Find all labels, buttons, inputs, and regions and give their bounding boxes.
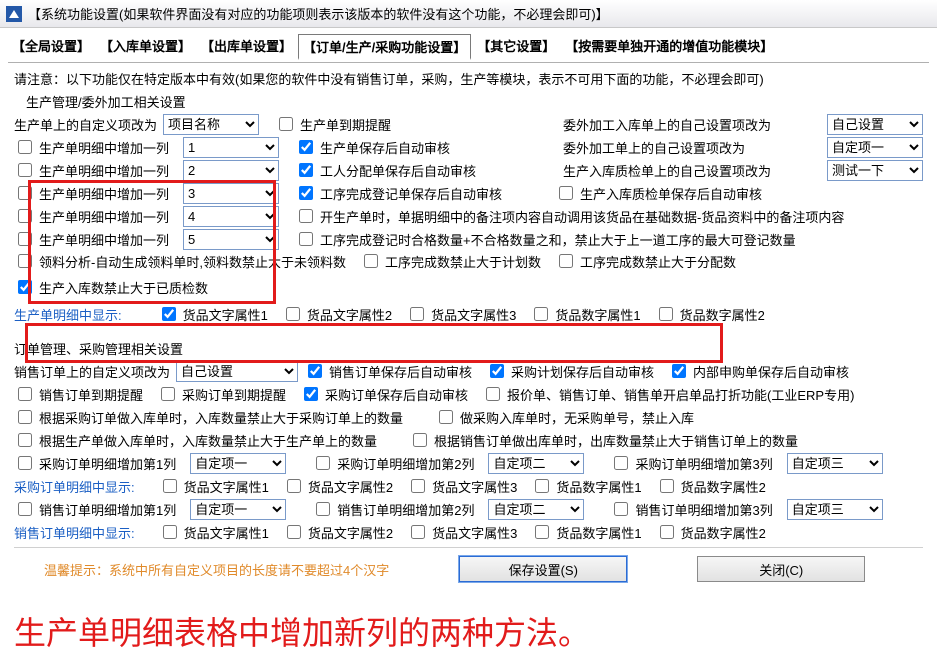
warm-tip: 温馨提示：系统中所有自定义项目的长度请不要超过4个汉字 (44, 560, 389, 579)
close-button[interactable]: 关闭(C) (697, 556, 865, 582)
po-disp-num2-checkbox[interactable] (660, 479, 674, 493)
worker-assign-autoapprove-checkbox[interactable] (299, 163, 313, 177)
prod-add-col-5-select[interactable]: 5 (183, 229, 279, 250)
so-disp-text1-checkbox[interactable] (163, 525, 177, 539)
sales-custom-col-select[interactable]: 自己设置 (176, 361, 298, 382)
process-reg-limit-checkbox[interactable] (299, 232, 313, 246)
so-detail-col2-checkbox[interactable] (316, 502, 330, 516)
prod-disp-text2-checkbox[interactable] (286, 307, 300, 321)
po-disp-text3-checkbox[interactable] (411, 479, 425, 493)
prod-due-remind-label: 生产单到期提醒 (300, 115, 391, 134)
order-section-title: 订单管理、采购管理相关设置 (14, 339, 923, 358)
tabbar: 【全局设置】 【入库单设置】 【出库单设置】 【订单/生产/采购功能设置】 【其… (0, 28, 937, 62)
process-assign-limit-checkbox[interactable] (559, 254, 573, 268)
tab-outbound[interactable]: 【出库单设置】 (197, 34, 296, 60)
prod-in-qc-self-select[interactable]: 测试一下 (827, 160, 923, 181)
tab-inbound[interactable]: 【入库单设置】 (96, 34, 195, 60)
po-disp-num1-checkbox[interactable] (535, 479, 549, 493)
so-disp-num2-checkbox[interactable] (660, 525, 674, 539)
prod-remark-autofill-checkbox[interactable] (299, 209, 313, 223)
po-detail-col1-checkbox[interactable] (18, 456, 32, 470)
prod-add-col-2-checkbox[interactable] (18, 163, 32, 177)
tab-global[interactable]: 【全局设置】 (8, 34, 94, 60)
prod-in-qc-autoapprove-checkbox[interactable] (559, 186, 573, 200)
prod-add-col-2-select[interactable]: 2 (183, 160, 279, 181)
process-plan-limit-checkbox[interactable] (364, 254, 378, 268)
annotation-caption: 生产单明细表格中增加新列的两种方法。 (0, 602, 937, 672)
po-detail-col3-select[interactable]: 自定项三 (787, 453, 883, 474)
internal-req-autoapprove-checkbox[interactable] (672, 364, 686, 378)
app-icon (6, 6, 22, 22)
tab-addon[interactable]: 【按需要单独开通的增值功能模块】 (561, 34, 777, 60)
warning-note: 请注意：以下功能仅在特定版本中有效(如果您的软件中没有销售订单，采购，生产等模块… (14, 69, 923, 88)
process-reg-autoapprove-checkbox[interactable] (299, 186, 313, 200)
production-section-title: 生产管理/委外加工相关设置 (26, 92, 923, 111)
prod-disp-num1-checkbox[interactable] (534, 307, 548, 321)
tab-order-prod-purchase[interactable]: 【订单/生产/采购功能设置】 (298, 34, 471, 60)
prod-custom-col-label: 生产单上的自定义项改为 (14, 115, 157, 134)
prod-add-col-4-checkbox[interactable] (18, 209, 32, 223)
prod-detail-display-label: 生产单明细中显示: (14, 305, 122, 324)
po-disp-text1-checkbox[interactable] (163, 479, 177, 493)
outsource-self-select[interactable]: 自定项一 (827, 137, 923, 158)
so-disp-text3-checkbox[interactable] (411, 525, 425, 539)
window-title: 【系统功能设置(如果软件界面没有对应的功能项则表示该版本的软件没有这个功能，不必… (28, 4, 609, 23)
purchase-due-remind-checkbox[interactable] (161, 387, 175, 401)
prod-in-qc-limit-checkbox[interactable] (18, 280, 32, 294)
po-in-limit-checkbox[interactable] (18, 410, 32, 424)
prod-disp-text3-checkbox[interactable] (410, 307, 424, 321)
sales-custom-col-label: 销售订单上的自定义项改为 (14, 362, 170, 381)
purchase-plan-autoapprove-checkbox[interactable] (490, 364, 504, 378)
so-detail-col3-checkbox[interactable] (614, 502, 628, 516)
so-detail-col3-select[interactable]: 自定项三 (787, 499, 883, 520)
prod-disp-num2-checkbox[interactable] (659, 307, 673, 321)
so-disp-num1-checkbox[interactable] (535, 525, 549, 539)
prod-add-col-4-select[interactable]: 4 (183, 206, 279, 227)
so-out-limit-checkbox[interactable] (413, 433, 427, 447)
po-detail-col1-select[interactable]: 自定项一 (190, 453, 286, 474)
material-limit-checkbox[interactable] (18, 254, 32, 268)
sales-due-remind-checkbox[interactable] (18, 387, 32, 401)
so-detail-col1-checkbox[interactable] (18, 502, 32, 516)
so-detail-col2-select[interactable]: 自定项二 (488, 499, 584, 520)
tab-other[interactable]: 【其它设置】 (473, 34, 559, 60)
prod-disp-text1-checkbox[interactable] (162, 307, 176, 321)
prod-add-col-5-checkbox[interactable] (18, 232, 32, 246)
titlebar: 【系统功能设置(如果软件界面没有对应的功能项则表示该版本的软件没有这个功能，不必… (0, 0, 937, 28)
prod-add-col-3-select[interactable]: 3 (183, 183, 279, 204)
save-button[interactable]: 保存设置(S) (459, 556, 627, 582)
prod-add-col-1-select[interactable]: 1 (183, 137, 279, 158)
so-detail-display-label: 销售订单明细中显示: (14, 523, 135, 542)
sales-autoapprove-checkbox[interactable] (308, 364, 322, 378)
so-disp-text2-checkbox[interactable] (287, 525, 301, 539)
outsource-in-self-label: 委外加工入库单上的自己设置项改为 (563, 115, 821, 134)
po-disp-text2-checkbox[interactable] (287, 479, 301, 493)
prod-custom-col-select[interactable]: 项目名称 (163, 114, 259, 135)
so-detail-col1-select[interactable]: 自定项一 (190, 499, 286, 520)
item-discount-checkbox[interactable] (486, 387, 500, 401)
po-in-require-no-checkbox[interactable] (439, 410, 453, 424)
outsource-in-self-select[interactable]: 自己设置 (827, 114, 923, 135)
po-detail-col2-select[interactable]: 自定项二 (488, 453, 584, 474)
prod-due-remind-checkbox[interactable] (279, 117, 293, 131)
prod-autoapprove-checkbox[interactable] (299, 140, 313, 154)
po-detail-col2-checkbox[interactable] (316, 456, 330, 470)
prod-add-col-3-checkbox[interactable] (18, 186, 32, 200)
po-detail-display-label: 采购订单明细中显示: (14, 477, 135, 496)
purchase-autoapprove-checkbox[interactable] (304, 387, 318, 401)
prod-add-col-1-checkbox[interactable] (18, 140, 32, 154)
po-detail-col3-checkbox[interactable] (614, 456, 628, 470)
prod-in-limit-checkbox[interactable] (18, 433, 32, 447)
